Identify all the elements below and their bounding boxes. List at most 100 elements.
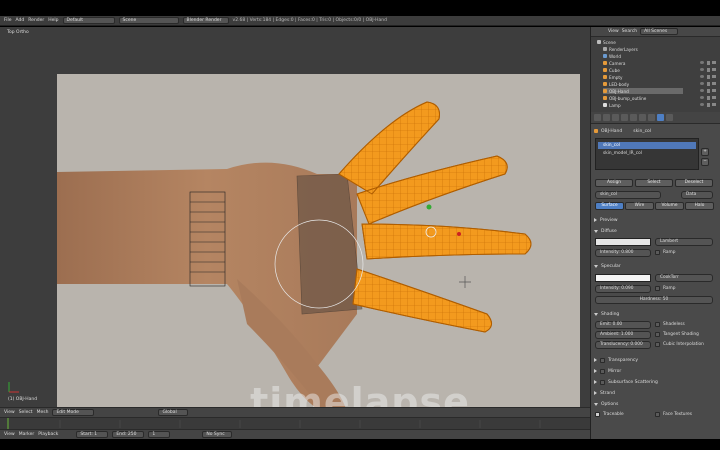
material-tab-icon[interactable] [657, 114, 664, 121]
render-camera-icon[interactable] [712, 68, 716, 71]
render-camera-icon[interactable] [712, 96, 716, 99]
render-tab-icon[interactable] [594, 114, 601, 121]
translucency-field[interactable]: Translucency: 0.000 [595, 341, 651, 349]
assign-button[interactable]: Assign [595, 179, 633, 187]
tab-halo[interactable]: Halo [685, 202, 714, 210]
outliner-row-camera[interactable]: Camera [603, 60, 625, 66]
hardness-slider[interactable]: Hardness: 50 [595, 296, 713, 304]
select-button[interactable]: Select [635, 179, 673, 187]
specular-shader-selector[interactable]: CookTorr [655, 274, 713, 282]
traceable-checkbox[interactable] [595, 412, 600, 417]
shadeless-checkbox[interactable] [655, 322, 660, 327]
specular-panel-header[interactable]: Specular [594, 262, 718, 270]
transparency-panel-header[interactable]: Transparency [594, 356, 718, 364]
select-cursor-icon[interactable] [707, 75, 710, 79]
visibility-eye-icon[interactable] [700, 103, 704, 106]
cubic-interpolation-checkbox[interactable] [655, 342, 660, 347]
marker-menu[interactable]: Marker [19, 432, 35, 437]
transparency-checkbox[interactable] [600, 357, 605, 363]
outliner-row-cube[interactable]: Cube [603, 67, 620, 73]
render-camera-icon[interactable] [712, 82, 716, 85]
strand-panel-header[interactable]: Strand [594, 389, 718, 397]
sss-checkbox[interactable] [600, 379, 605, 385]
data-tab-icon[interactable] [648, 114, 655, 121]
preview-panel-header[interactable]: Preview [594, 216, 718, 224]
scene-selector[interactable]: Scene [118, 17, 179, 24]
visibility-eye-icon[interactable] [700, 75, 704, 78]
select-menu[interactable]: Select [19, 410, 33, 415]
playback-menu[interactable]: Playback [38, 432, 58, 437]
tab-wire[interactable]: Wire [625, 202, 654, 210]
specular-intensity-field[interactable]: Intensity: 0.090 [595, 285, 651, 293]
face-textures-checkbox[interactable] [655, 412, 660, 417]
texture-tab-icon[interactable] [666, 114, 673, 121]
diffuse-intensity-field[interactable]: Intensity: 0.800 [595, 249, 651, 257]
3d-viewport[interactable]: Top Ortho (1) OBJ-Hand [0, 27, 590, 407]
specular-color-swatch[interactable] [595, 274, 651, 282]
menu-render[interactable]: Render [28, 18, 44, 23]
menu-help[interactable]: Help [48, 18, 58, 23]
start-frame-field[interactable]: Start: 1 [76, 431, 109, 438]
visibility-eye-icon[interactable] [700, 89, 704, 92]
select-cursor-icon[interactable] [707, 89, 710, 93]
outliner-row-obj-bump[interactable]: OBJ-bump_outline [603, 95, 646, 101]
link-data-selector[interactable]: Data [681, 191, 713, 199]
mirror-checkbox[interactable] [600, 368, 605, 374]
view-menu[interactable]: View [4, 410, 15, 415]
diffuse-ramp-checkbox[interactable] [655, 250, 660, 255]
render-camera-icon[interactable] [712, 61, 716, 64]
select-cursor-icon[interactable] [707, 68, 710, 72]
constraints-tab-icon[interactable] [630, 114, 637, 121]
timeline-view-menu[interactable]: View [4, 432, 15, 437]
mode-selector[interactable]: Edit Mode [52, 409, 95, 416]
deselect-button[interactable]: Deselect [675, 179, 713, 187]
outliner-row-obj-hand[interactable]: OBJ-Hand [603, 88, 683, 94]
modifiers-tab-icon[interactable] [639, 114, 646, 121]
select-cursor-icon[interactable] [707, 103, 710, 107]
tab-volume[interactable]: Volume [655, 202, 684, 210]
render-camera-icon[interactable] [712, 89, 716, 92]
outliner-row-lamp[interactable]: Lamp [603, 102, 621, 108]
diffuse-shader-selector[interactable]: Lambert [655, 238, 713, 246]
current-frame-field[interactable]: 1 [148, 431, 171, 438]
menu-add[interactable]: Add [16, 18, 25, 23]
object-tab-icon[interactable] [621, 114, 628, 121]
diffuse-color-swatch[interactable] [595, 238, 651, 246]
render-engine-selector[interactable]: Blender Render [182, 17, 229, 24]
layout-selector[interactable]: Default [62, 17, 115, 24]
options-panel-header[interactable]: Options [594, 400, 718, 408]
end-frame-field[interactable]: End: 250 [112, 431, 145, 438]
select-cursor-icon[interactable] [707, 61, 710, 65]
menu-file[interactable]: File [4, 18, 12, 23]
visibility-eye-icon[interactable] [700, 96, 704, 99]
material-slot[interactable]: skin_model_IR_col [598, 150, 696, 157]
mesh-menu[interactable]: Mesh [37, 410, 49, 415]
outliner-row-scene[interactable]: Scene [597, 39, 616, 45]
outliner-view-menu[interactable]: View [608, 29, 619, 34]
tab-surface[interactable]: Surface [595, 202, 624, 210]
visibility-eye-icon[interactable] [700, 82, 704, 85]
emit-field[interactable]: Emit: 0.00 [595, 321, 651, 329]
remove-slot-button[interactable]: − [701, 158, 709, 166]
material-slot-list[interactable]: skin_col skin_model_IR_col [595, 138, 699, 170]
outliner-row-led-body[interactable]: LED-body [603, 81, 629, 87]
visibility-eye-icon[interactable] [700, 61, 704, 64]
visibility-eye-icon[interactable] [700, 68, 704, 71]
specular-ramp-checkbox[interactable] [655, 286, 660, 291]
material-slot-selected[interactable]: skin_col [598, 142, 696, 149]
scene-tab-icon[interactable] [603, 114, 610, 121]
render-camera-icon[interactable] [712, 75, 716, 78]
sss-panel-header[interactable]: Subsurface Scattering [594, 378, 718, 386]
add-slot-button[interactable]: + [701, 148, 709, 156]
tangent-shading-checkbox[interactable] [655, 332, 660, 337]
world-tab-icon[interactable] [612, 114, 619, 121]
diffuse-panel-header[interactable]: Diffuse [594, 227, 718, 235]
outliner-search-menu[interactable]: Search [622, 29, 637, 34]
material-name-field[interactable]: skin_col [595, 191, 661, 199]
shading-panel-header[interactable]: Shading [594, 310, 718, 318]
select-cursor-icon[interactable] [707, 96, 710, 100]
render-camera-icon[interactable] [712, 103, 716, 106]
mirror-panel-header[interactable]: Mirror [594, 367, 718, 375]
transform-orientation[interactable]: Global [158, 409, 189, 416]
outliner-row-renderlayers[interactable]: RenderLayers [603, 46, 638, 52]
